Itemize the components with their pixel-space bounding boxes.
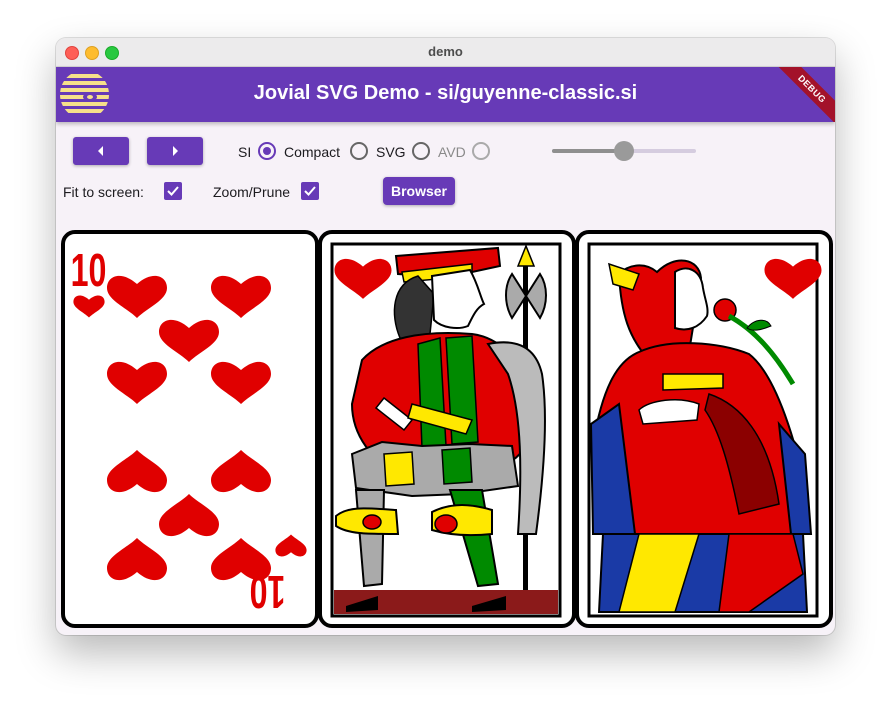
zoom-prune-checkbox[interactable] bbox=[301, 182, 319, 200]
caret-left-icon bbox=[98, 146, 103, 156]
rank-label: 10 bbox=[71, 245, 107, 296]
window-title: demo bbox=[428, 44, 463, 59]
previous-button[interactable] bbox=[73, 137, 129, 165]
format-option-avd-label: AVD bbox=[438, 144, 466, 160]
zoom-prune-label: Zoom/Prune bbox=[213, 184, 291, 200]
format-radio-compact[interactable] bbox=[350, 142, 368, 160]
browser-button[interactable]: Browser bbox=[383, 177, 455, 205]
fit-to-screen-label: Fit to screen: bbox=[63, 184, 144, 200]
format-option-svg-label: SVG bbox=[376, 144, 406, 160]
format-option-compact-label: Compact bbox=[284, 144, 341, 160]
slider-thumb[interactable] bbox=[614, 141, 634, 161]
checkmark-icon bbox=[167, 186, 179, 196]
fit-to-screen-checkbox[interactable] bbox=[164, 182, 182, 200]
format-radio-svg[interactable] bbox=[412, 142, 430, 160]
card-ten-of-hearts[interactable]: 10 10 bbox=[61, 230, 319, 628]
next-button[interactable] bbox=[147, 137, 203, 165]
format-option-si-label: SI bbox=[238, 144, 252, 160]
caret-right-icon bbox=[173, 146, 178, 156]
card-queen-of-hearts[interactable] bbox=[575, 230, 833, 628]
window-titlebar: demo bbox=[56, 38, 835, 67]
app-window: demo Jovial SVG Demo - si/guyenne-classi… bbox=[56, 38, 835, 635]
format-radio-avd bbox=[472, 142, 490, 160]
app-title: Jovial SVG Demo - si/guyenne-classic.si bbox=[253, 82, 638, 104]
format-radio-si[interactable] bbox=[258, 142, 276, 160]
checkmark-icon bbox=[304, 186, 316, 196]
card-jack-of-hearts[interactable] bbox=[318, 230, 576, 628]
app-bar: Jovial SVG Demo - si/guyenne-classic.si … bbox=[56, 67, 835, 122]
